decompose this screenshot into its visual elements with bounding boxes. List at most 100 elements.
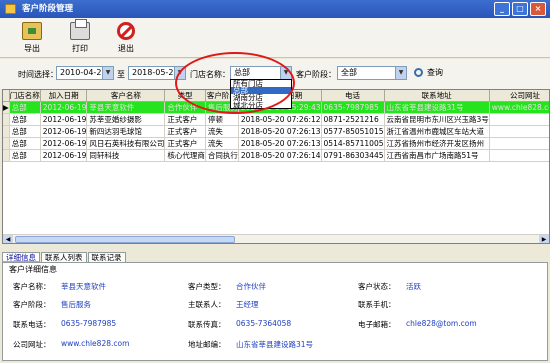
email-value[interactable]: chle828@tom.com — [406, 319, 477, 328]
table-cell[interactable] — [489, 137, 549, 150]
table-cell[interactable]: 总部 — [9, 137, 41, 150]
table-cell[interactable]: 0577-85051015 — [321, 125, 385, 138]
stage-label: 客户阶段： — [296, 70, 336, 79]
column-header[interactable]: 联系地址 — [384, 90, 490, 102]
table-cell[interactable]: 0791-86303445 — [321, 149, 385, 162]
table-cell[interactable]: 风日石英科技有限公司 — [86, 137, 166, 150]
customer-type-value: 合作伙伴 — [236, 282, 266, 291]
store-select[interactable]: 总部 ▼ — [230, 66, 292, 80]
dropdown-option[interactable]: 城北分店 — [231, 101, 291, 109]
export-icon — [22, 22, 42, 40]
table-cell[interactable]: 同轩科技 — [86, 149, 166, 162]
customer-table[interactable]: 门店名称 加入日期 客户名称 类型 客户阶段 最后联系日期 电话 联系地址 公司… — [2, 89, 550, 244]
table-cell[interactable]: 浙江省温州市鹿城区车站大道 — [384, 125, 490, 138]
column-header[interactable]: 公司网址 — [489, 90, 549, 102]
column-header[interactable]: 类型 — [164, 90, 206, 102]
website-value[interactable]: www.chle828.com — [61, 339, 129, 348]
table-cell[interactable]: 总部 — [9, 113, 41, 126]
row-header[interactable]: ▶ — [3, 101, 10, 114]
main-contact-value: 王经理 — [236, 300, 259, 309]
table-cell[interactable]: 2018-05-20 07:26:12 — [238, 113, 322, 126]
table-cell[interactable]: 正式客户 — [164, 125, 206, 138]
table-cell[interactable]: 2012-06-19 — [40, 125, 88, 138]
table-cell[interactable]: 山东省莘县建设路31号 — [384, 101, 490, 114]
close-button[interactable]: × — [530, 2, 546, 16]
customer-stage-value: 售后服务 — [61, 300, 91, 309]
table-cell[interactable]: 2012-06-19 — [40, 101, 88, 114]
table-cell[interactable]: 2012-06-19 — [40, 113, 88, 126]
to-label: 至 — [117, 70, 125, 79]
column-header[interactable]: 门店名称 — [9, 90, 41, 102]
table-cell[interactable]: 2012-06-19 — [40, 137, 88, 150]
website-label: 公司网址： — [13, 340, 51, 349]
query-button[interactable]: 查询 — [413, 66, 443, 80]
table-cell[interactable]: 合同执行 — [205, 149, 239, 162]
main-contact-label: 主联系人： — [188, 300, 226, 309]
table-row[interactable]: 总部 2012-06-19 同轩科技 核心代理商 合同执行 2018-05-20 07:2… — [3, 149, 549, 162]
table-cell[interactable]: 合作伙伴 — [164, 101, 206, 114]
print-button[interactable]: 打印 — [60, 19, 100, 54]
table-cell[interactable]: 苏莘亚婚纱摄影 — [86, 113, 166, 126]
minimize-button[interactable]: _ — [494, 2, 510, 16]
table-cell[interactable]: 江西省南昌市广场南路51号 — [384, 149, 490, 162]
customer-name-label: 客户名称： — [13, 282, 51, 291]
scroll-right-icon[interactable]: ▶ — [539, 235, 549, 243]
stage-select[interactable]: 全部 ▼ — [337, 66, 407, 80]
date-from-picker[interactable]: 2010-04-25 ▼ — [56, 66, 114, 80]
table-cell[interactable]: 云南省昆明市东川区兴玉路3号 — [384, 113, 490, 126]
maximize-button[interactable]: □ — [512, 2, 528, 16]
table-cell[interactable]: 2012-06-19 — [40, 149, 88, 162]
table-cell[interactable]: 正式客户 — [164, 137, 206, 150]
customer-name-value: 莘县天意软件 — [61, 282, 106, 291]
table-cell[interactable]: 0871-2521216 — [321, 113, 385, 126]
table-cell[interactable]: 2018-05-20 07:26:14 — [238, 149, 322, 162]
printer-icon — [70, 19, 90, 40]
search-icon — [414, 68, 423, 77]
scroll-left-icon[interactable]: ◀ — [3, 235, 13, 243]
table-cell[interactable] — [489, 149, 549, 162]
table-cell[interactable]: 总部 — [9, 101, 41, 114]
exit-button[interactable]: 退出 — [106, 22, 146, 54]
table-cell[interactable] — [489, 125, 549, 138]
table-cell[interactable]: 停顿 — [205, 113, 239, 126]
table-cell[interactable]: 2018-05-20 07:26:13 — [238, 125, 322, 138]
exit-icon — [117, 22, 135, 40]
table-cell[interactable]: 流失 — [205, 125, 239, 138]
address-label: 地址邮编： — [188, 340, 226, 349]
print-label: 打印 — [72, 44, 88, 53]
date-to-picker[interactable]: 2018-05-25 ▼ — [128, 66, 186, 80]
table-cell[interactable]: www.chle828.com — [489, 101, 549, 114]
horizontal-scrollbar[interactable]: ◀ ▶ — [3, 234, 549, 243]
chevron-down-icon[interactable]: ▼ — [174, 67, 185, 79]
table-cell[interactable] — [489, 113, 549, 126]
table-row[interactable]: 总部 2012-06-19 苏莘亚婚纱摄影 正式客户 停顿 2018-05-20 07:2… — [3, 113, 549, 126]
details-panel: 客户详细信息 客户名称： 莘县天意软件 客户类型： 合作伙伴 客户状态： 活跃 … — [2, 262, 548, 361]
table-cell[interactable]: 新四达羽毛球馆 — [86, 125, 166, 138]
table-cell[interactable]: 总部 — [9, 125, 41, 138]
chevron-down-icon[interactable]: ▼ — [280, 67, 291, 79]
table-row[interactable]: 总部 2012-06-19 新四达羽毛球馆 正式客户 流失 2018-05-20 07:2… — [3, 125, 549, 138]
stage-select-value: 全部 — [341, 68, 357, 77]
column-header[interactable]: 客户名称 — [86, 90, 166, 102]
scrollbar-thumb[interactable] — [15, 236, 235, 243]
table-row[interactable]: 总部 2012-06-19 风日石英科技有限公司 正式客户 流失 2018-05-20 0… — [3, 137, 549, 150]
table-cell[interactable]: 总部 — [9, 149, 41, 162]
customer-status-value: 活跃 — [406, 282, 421, 291]
table-cell[interactable]: 流失 — [205, 137, 239, 150]
store-label: 门店名称： — [190, 70, 230, 79]
column-header[interactable]: 电话 — [321, 90, 385, 102]
export-button[interactable]: 导出 — [12, 22, 52, 54]
table-cell[interactable]: 0514-85711005 — [321, 137, 385, 150]
table-cell[interactable]: 正式客户 — [164, 113, 206, 126]
query-label: 查询 — [427, 68, 443, 77]
chevron-down-icon[interactable]: ▼ — [395, 67, 406, 79]
table-cell[interactable]: 江苏省扬州市经济开发区扬州 — [384, 137, 490, 150]
fax-label: 联系传真： — [188, 320, 226, 329]
table-cell[interactable]: 核心代理商 — [164, 149, 206, 162]
table-cell[interactable]: 莘县天意软件 — [86, 101, 166, 114]
phone-label: 联系电话： — [13, 320, 51, 329]
column-header[interactable]: 加入日期 — [40, 90, 88, 102]
table-cell[interactable]: 2018-05-20 07:26:13 — [238, 137, 322, 150]
chevron-down-icon[interactable]: ▼ — [102, 67, 113, 79]
table-cell[interactable]: 0635-7987985 — [321, 101, 385, 114]
